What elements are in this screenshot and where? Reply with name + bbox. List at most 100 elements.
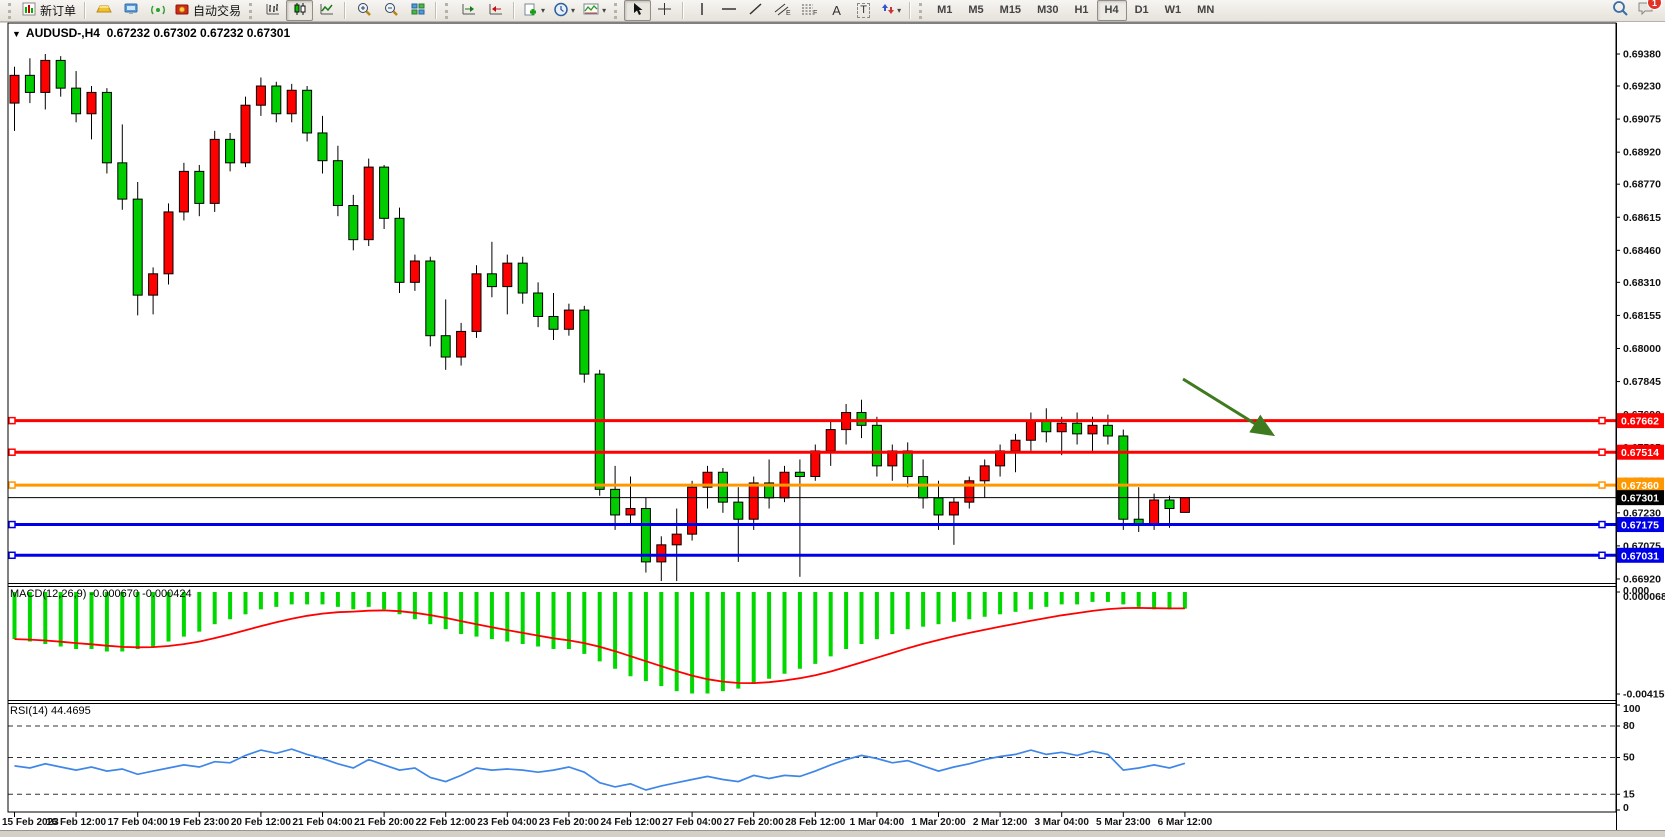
toolbar-drag-handle[interactable] [249,3,255,19]
candle [1103,425,1112,436]
timeframe-button-MN[interactable]: MN [1189,0,1222,21]
candle [611,489,620,515]
rsi-level-label: 80 [1623,720,1635,732]
fibonacci-tool-button[interactable]: F [796,0,823,21]
template-button[interactable]: ▾ [579,0,610,21]
hline-anchor[interactable] [1599,522,1605,528]
chart-shift-icon [488,2,504,19]
bar-chart-type-button[interactable] [259,0,286,21]
price-line-label-text: 0.67031 [1621,550,1659,562]
toolbar-drag-handle[interactable] [614,3,620,19]
hline-anchor[interactable] [1599,552,1605,558]
candle [10,75,19,103]
arrows-tool-button[interactable]: ▾ [877,0,905,21]
price-tick-label: 0.68615 [1623,212,1661,224]
trendline-icon [748,2,763,19]
auto-scroll-button[interactable] [455,0,482,21]
time-tick-label: 27 Feb 20:00 [724,817,784,828]
candle [826,430,835,451]
text-tool-button[interactable]: A [823,0,850,21]
candle [1150,500,1159,523]
candle [734,502,743,519]
toolbar-drag-handle[interactable] [445,3,451,19]
terminal-button[interactable] [117,0,144,21]
tile-windows-icon [410,2,426,19]
new-chart-button[interactable]: ▾ [519,0,549,21]
candle [1057,423,1066,432]
auto-trading-button[interactable]: 自动交易 [171,0,245,21]
hline-anchor[interactable] [1599,418,1605,424]
equidistant-channel-tool-button[interactable]: E [769,0,796,21]
vertical-line-tool-button[interactable] [688,0,715,21]
candlestick-chart-type-button[interactable] [286,0,313,21]
new-order-icon [22,2,37,19]
rsi-level-label: 0 [1623,802,1629,814]
candle [457,331,466,357]
text-icon: A [832,3,841,18]
separator [435,2,437,19]
candle [1134,519,1143,523]
timeframe-button-H4[interactable]: H4 [1097,0,1127,21]
period-button[interactable]: ▾ [549,0,579,21]
bar-chart-icon [265,2,281,19]
price-line-label-text: 0.67662 [1621,416,1659,428]
auto-trading-label: 自动交易 [193,2,241,19]
zoom-out-button[interactable] [377,0,404,21]
candle [287,90,296,113]
chart-menu-arrow-icon[interactable]: ▼ [12,29,21,39]
search-icon[interactable] [1612,0,1629,21]
hline-anchor[interactable] [9,552,15,558]
hline-anchor[interactable] [9,449,15,455]
timeframe-button-M1[interactable]: M1 [929,0,960,21]
chart-shift-button[interactable] [482,0,509,21]
time-tick-label: 2 Mar 12:00 [973,817,1028,828]
candle [503,263,512,286]
hline-anchor[interactable] [1599,449,1605,455]
candle [102,92,111,162]
cursor-tool-button[interactable] [624,0,651,21]
horizontal-line-tool-button[interactable] [715,0,742,21]
crosshair-tool-button[interactable] [651,0,678,21]
zoom-in-button[interactable] [350,0,377,21]
timeframe-button-D1[interactable]: D1 [1127,0,1157,21]
symbol-period-label: AUDUSD-,H4 [26,26,100,40]
separator [84,2,86,19]
candle [919,477,928,498]
time-tick-label: 23 Feb 20:00 [539,817,599,828]
svg-text:E: E [786,10,791,16]
history-center-button[interactable] [90,0,117,21]
chart-canvas[interactable]: 0.693800.692300.690750.689200.687700.686… [0,0,1665,837]
time-tick-label: 27 Feb 04:00 [662,817,722,828]
timeframe-button-M5[interactable]: M5 [960,0,991,21]
hline-anchor[interactable] [9,482,15,488]
timeframe-button-H1[interactable]: H1 [1066,0,1096,21]
hline-anchor[interactable] [9,522,15,528]
candle [25,75,34,92]
candle [272,86,281,114]
macd-axis-top-label: 0.000068 [1623,591,1665,603]
signals-button[interactable] [144,0,171,21]
chevron-down-icon: ▾ [541,6,545,15]
line-chart-type-button[interactable] [313,0,340,21]
toolbar-drag-handle[interactable] [919,3,925,19]
candle [934,498,943,515]
toolbar-drag-handle[interactable] [8,3,14,19]
candle [1073,423,1082,434]
timeframe-button-M15[interactable]: M15 [992,0,1029,21]
new-order-button[interactable]: 新订单 [18,0,80,21]
candle [380,167,389,218]
text-label-tool-button[interactable]: T [850,0,877,21]
candle [795,472,804,476]
hline-anchor[interactable] [1599,482,1605,488]
tile-windows-button[interactable] [404,0,431,21]
notifications-button[interactable]: 1 [1637,0,1655,21]
trendline-tool-button[interactable] [742,0,769,21]
new-chart-icon [523,2,539,20]
rsi-indicator-label: RSI(14) 44.4695 [10,705,91,717]
candle [688,487,697,534]
hline-anchor[interactable] [9,418,15,424]
timeframe-button-M30[interactable]: M30 [1029,0,1066,21]
candle [472,274,481,332]
candle [179,171,188,212]
timeframe-button-W1[interactable]: W1 [1157,0,1190,21]
